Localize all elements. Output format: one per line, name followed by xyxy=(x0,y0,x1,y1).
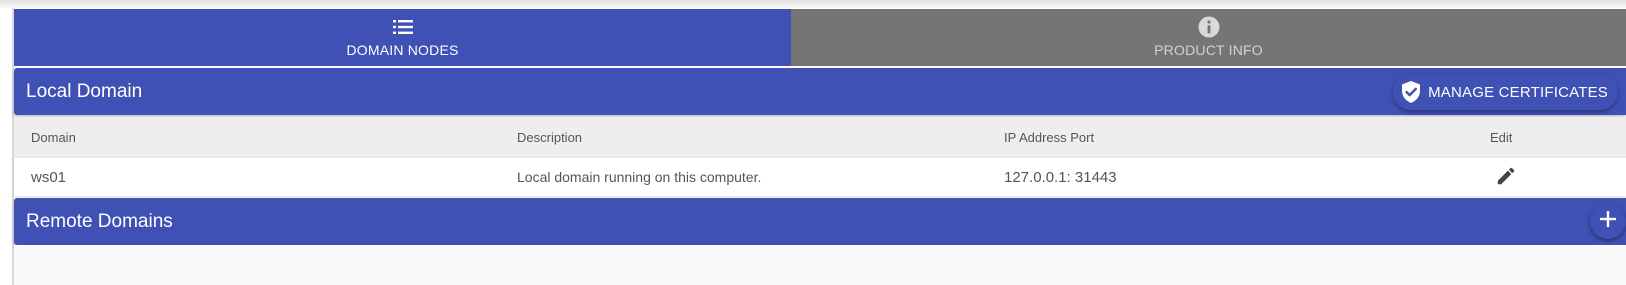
edit-button[interactable] xyxy=(1495,165,1517,190)
top-edge xyxy=(0,0,1626,8)
plus-icon xyxy=(1599,210,1617,233)
header-ip-port: IP Address Port xyxy=(1004,129,1095,145)
list-icon xyxy=(392,17,413,37)
cell-edit xyxy=(1473,165,1626,190)
cell-domain: ws01 xyxy=(31,168,67,186)
header-edit: Edit xyxy=(1490,129,1513,145)
tab-domain-nodes[interactable]: DOMAIN NODES xyxy=(14,9,791,66)
remote-domains-header: Remote Domains xyxy=(14,198,1626,245)
table-header: Domain Description IP Address Port Edit xyxy=(14,117,1626,157)
local-domain-header: Local Domain MANAGE CERTIFICATES xyxy=(14,68,1626,115)
info-icon xyxy=(1198,16,1220,38)
remote-domains-title: Remote Domains xyxy=(26,210,173,232)
header-domain: Domain xyxy=(31,129,76,145)
cell-ip-port: 127.0.0.1: 31443 xyxy=(1004,168,1117,186)
shield-check-icon xyxy=(1401,81,1421,103)
manage-certificates-button[interactable]: MANAGE CERTIFICATES xyxy=(1393,74,1618,110)
tab-domain-nodes-label: DOMAIN NODES xyxy=(346,42,459,58)
pencil-icon xyxy=(1495,165,1517,190)
tab-product-info[interactable]: PRODUCT INFO xyxy=(791,9,1626,66)
table-row: ws01 Local domain running on this comput… xyxy=(14,157,1626,196)
remote-domains-content xyxy=(14,245,1626,285)
manage-certificates-label: MANAGE CERTIFICATES xyxy=(1428,83,1608,101)
tab-bar: DOMAIN NODES PRODUCT INFO xyxy=(14,9,1626,66)
add-remote-domain-button[interactable] xyxy=(1590,203,1626,239)
local-domain-table: Domain Description IP Address Port Edit … xyxy=(14,117,1626,196)
tab-product-info-label: PRODUCT INFO xyxy=(1154,42,1263,58)
header-description: Description xyxy=(517,129,583,145)
cell-description: Local domain running on this computer. xyxy=(517,169,762,185)
local-domain-title: Local Domain xyxy=(26,80,143,102)
